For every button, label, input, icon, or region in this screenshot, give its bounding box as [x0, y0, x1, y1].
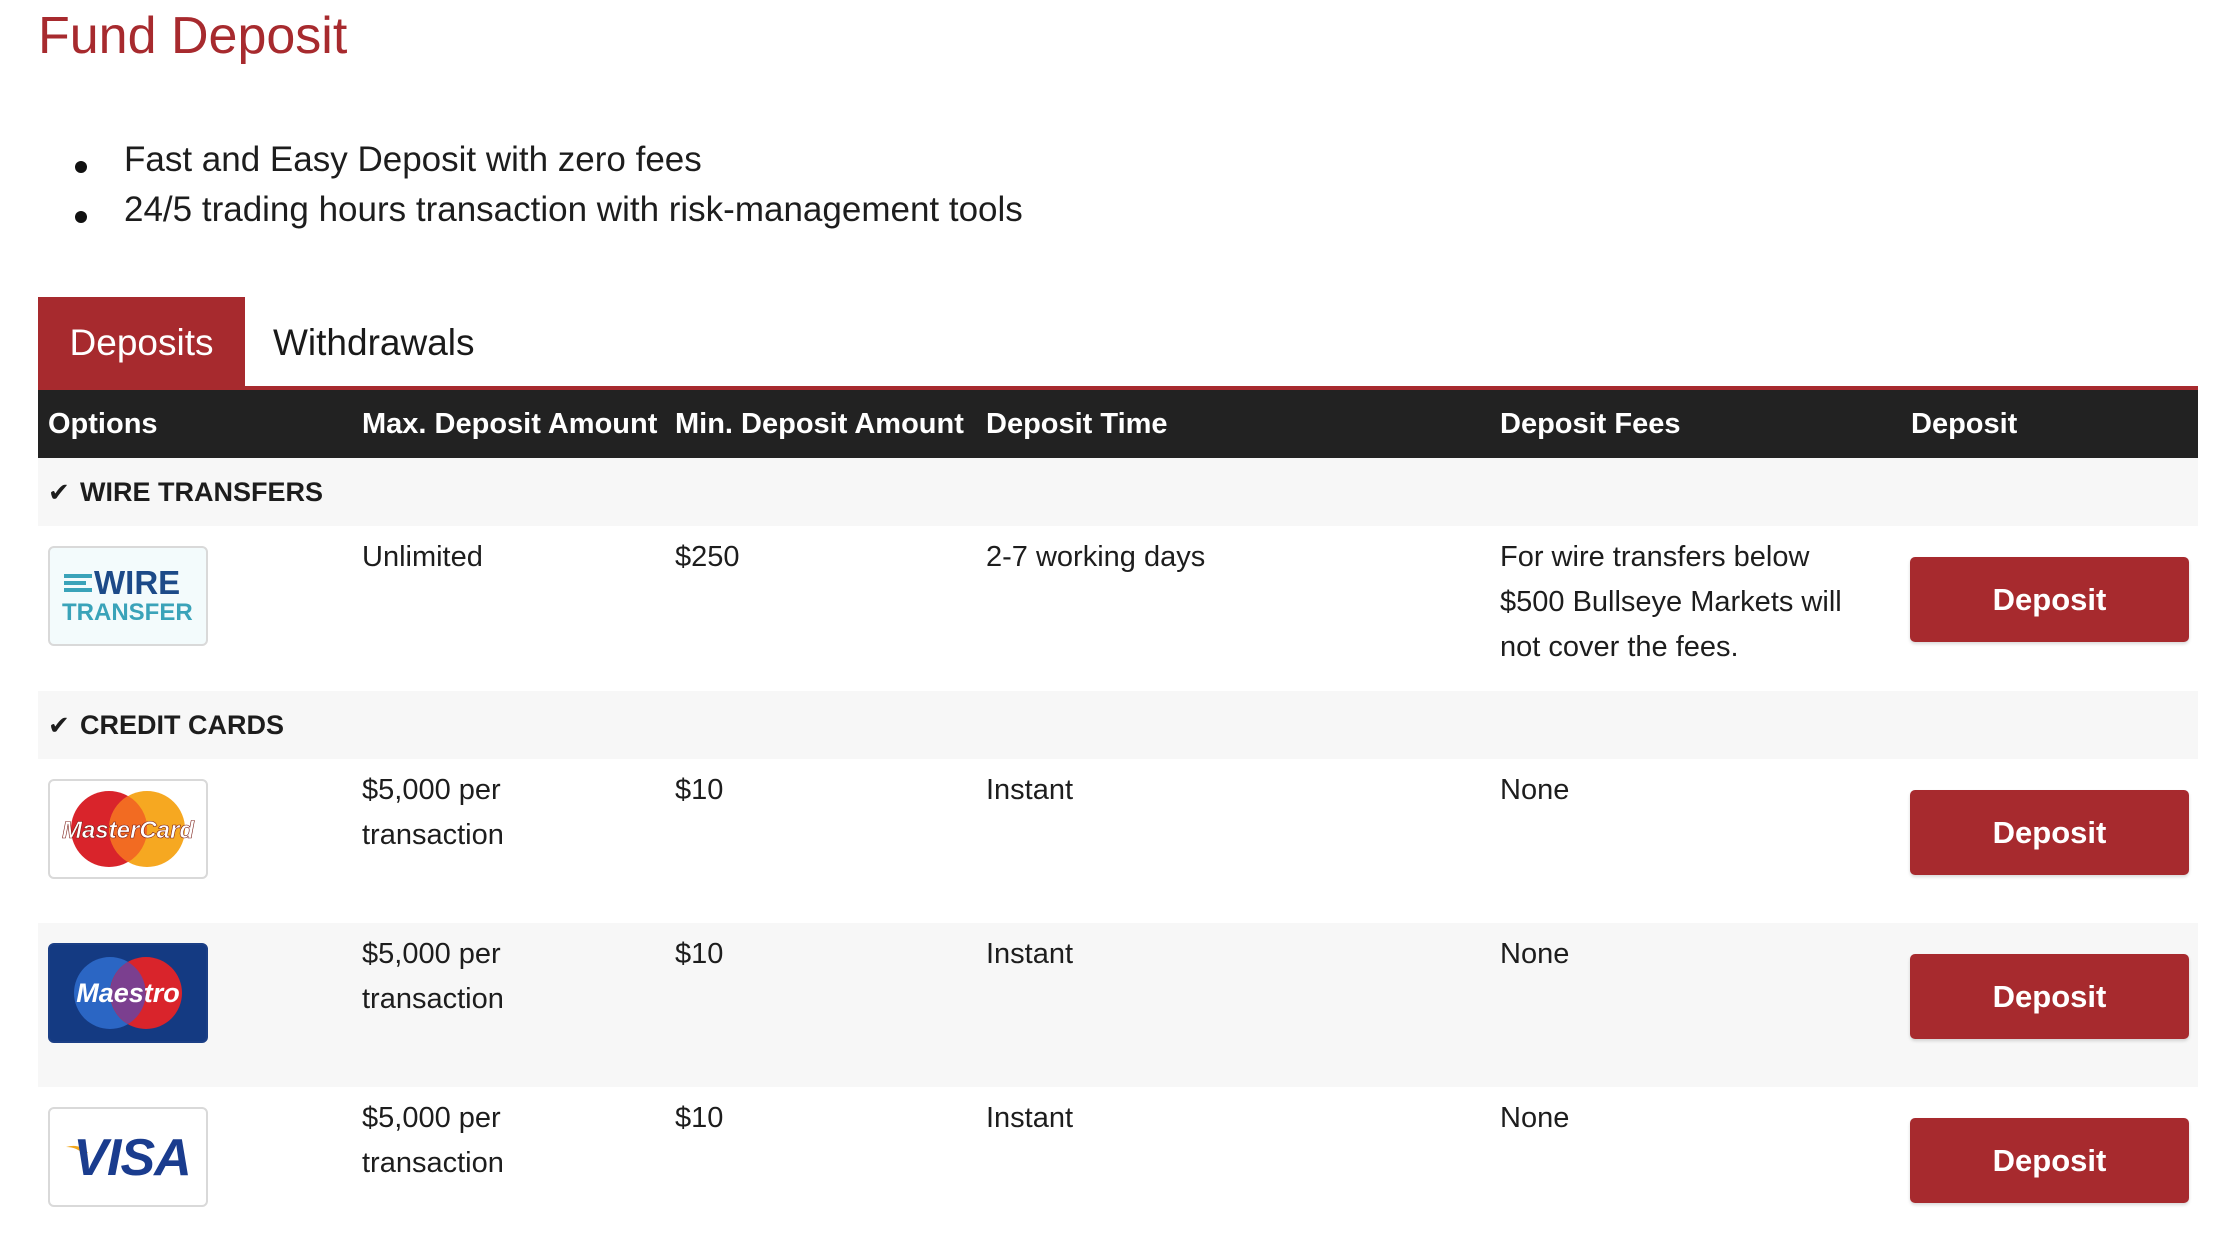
- deposit-time-value: Instant: [986, 1102, 1074, 1134]
- deposit-button-visa[interactable]: Deposit: [1910, 1118, 2189, 1203]
- wire-transfer-icon: WIRE TRANSFER: [62, 564, 193, 626]
- maestro-logo: Maestro: [48, 943, 208, 1043]
- min-deposit-value: $10: [675, 938, 724, 970]
- max-deposit-value: $5,000 per transaction: [362, 1102, 504, 1179]
- deposit-time-value: 2-7 working days: [986, 541, 1206, 573]
- min-deposit-value: $10: [675, 774, 724, 806]
- deposit-button-wire-transfer[interactable]: Deposit: [1910, 557, 2189, 642]
- table-header: Options Max. Deposit Amount Min. Deposit…: [38, 390, 2198, 458]
- deposit-options-table: Options Max. Deposit Amount Min. Deposit…: [38, 390, 2198, 1234]
- checkmark-icon: ✔: [48, 477, 70, 507]
- table-row: MasterCard $5,000 per transaction $10 In…: [38, 759, 2198, 923]
- wire-logo-text: WIRE: [94, 564, 180, 601]
- visa-icon: VISA: [66, 1129, 192, 1187]
- max-deposit-value: $5,000 per transaction: [362, 938, 504, 1015]
- max-deposit-value: $5,000 per transaction: [362, 774, 504, 851]
- deposit-fees-value: For wire transfers below $500 Bullseye M…: [1500, 541, 1842, 663]
- deposit-time-value: Instant: [986, 938, 1074, 970]
- page-title: Fund Deposit: [38, 7, 348, 65]
- min-deposit-value: $10: [675, 1102, 724, 1134]
- wire-transfer-logo: WIRE TRANSFER: [48, 546, 208, 646]
- fund-deposit-page: Fund Deposit Fast and Easy Deposit with …: [0, 0, 2236, 1234]
- deposit-fees-value: None: [1500, 938, 1570, 970]
- tab-deposits[interactable]: Deposits: [38, 297, 245, 386]
- deposit-time-value: Instant: [986, 774, 1074, 806]
- visa-logo: VISA: [48, 1107, 208, 1207]
- mastercard-icon: MasterCard: [62, 791, 196, 867]
- table-row: VISA $5,000 per transaction $10 Instant …: [38, 1087, 2198, 1234]
- section-header-wire-transfers: ✔ WIRE TRANSFERS: [38, 458, 2198, 526]
- section-label: WIRE TRANSFERS: [80, 477, 323, 507]
- min-deposit-value: $250: [675, 541, 740, 573]
- table-row: WIRE TRANSFER Unlimited $250 2-7 working…: [38, 526, 2198, 691]
- deposit-button-maestro[interactable]: Deposit: [1910, 954, 2189, 1039]
- column-header-min-deposit: Min. Deposit Amount: [675, 408, 964, 440]
- column-header-options: Options: [48, 408, 158, 440]
- feature-list: Fast and Easy Deposit with zero fees 24/…: [38, 135, 1023, 235]
- column-header-deposit: Deposit: [1911, 408, 2018, 440]
- mastercard-logo: MasterCard: [48, 779, 208, 879]
- checkmark-icon: ✔: [48, 710, 70, 740]
- transfer-logo-text: TRANSFER: [62, 599, 193, 626]
- column-header-deposit-time: Deposit Time: [986, 408, 1168, 440]
- section-header-credit-cards: ✔ CREDIT CARDS: [38, 691, 2198, 759]
- feature-item: 24/5 trading hours transaction with risk…: [38, 185, 1023, 235]
- tab-withdrawals[interactable]: Withdrawals: [273, 297, 475, 386]
- visa-logo-text: VISA: [73, 1129, 190, 1187]
- section-label: CREDIT CARDS: [80, 710, 285, 740]
- column-header-deposit-fees: Deposit Fees: [1500, 408, 1681, 440]
- table-row: Maestro $5,000 per transaction $10 Insta…: [38, 923, 2198, 1087]
- deposit-fees-value: None: [1500, 774, 1570, 806]
- deposit-button-mastercard[interactable]: Deposit: [1910, 790, 2189, 875]
- mastercard-logo-text: MasterCard: [62, 817, 195, 844]
- deposit-fees-value: None: [1500, 1102, 1570, 1134]
- feature-item: Fast and Easy Deposit with zero fees: [38, 135, 1023, 185]
- maestro-icon: Maestro: [50, 945, 206, 1041]
- max-deposit-value: Unlimited: [362, 541, 483, 573]
- tab-bar: Deposits Withdrawals: [38, 297, 2198, 390]
- column-header-max-deposit: Max. Deposit Amount: [362, 408, 658, 440]
- maestro-logo-text: Maestro: [76, 978, 180, 1008]
